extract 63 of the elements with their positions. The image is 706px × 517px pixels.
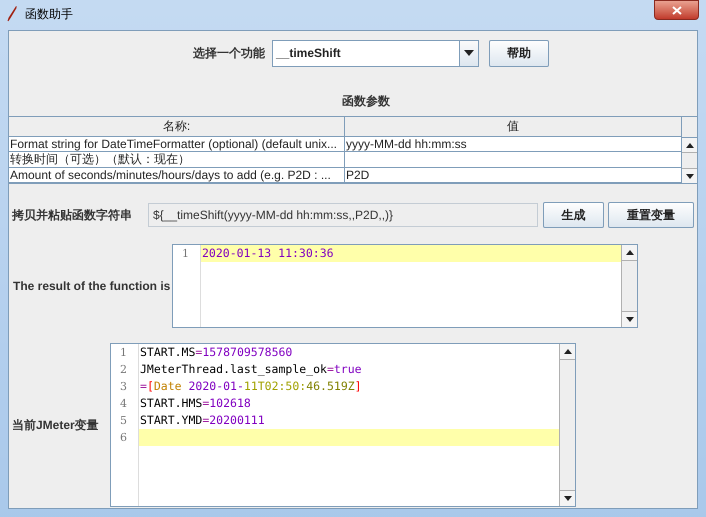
section-title: 函数参数 (341, 93, 390, 110)
line-number: 1 (182, 247, 189, 260)
window-title: 函数助手 (25, 6, 73, 23)
close-button[interactable] (654, 0, 699, 20)
code-token: START.YMD (140, 413, 202, 427)
code-token: [ (146, 379, 154, 393)
scroll-up-button[interactable] (560, 344, 575, 360)
code-token: = (326, 362, 334, 376)
line-number: 1 (120, 346, 127, 359)
code-token: START.HMS (140, 396, 202, 410)
up-arrow-icon (686, 142, 694, 148)
scroll-down-button[interactable] (560, 490, 575, 506)
table-cell: Amount of seconds/minutes/hours/days to add (e.g. P2D : ... (9, 168, 345, 182)
code-token: Date (154, 379, 183, 393)
table-cell: Format string for DateTimeFormatter (optional) (default unix... (9, 136, 345, 151)
function-string-field[interactable]: ${__timeShift(yyyy-MM-dd hh:mm:ss,,P2D,,)} (148, 203, 538, 227)
code-token: ] (354, 379, 362, 393)
code-token: 20200111 (209, 413, 265, 427)
line-number: 3 (120, 380, 127, 393)
code-token: = (202, 413, 210, 427)
scroll-down-button[interactable] (682, 168, 697, 183)
code-token: 102618 (209, 396, 251, 410)
code-token: = (202, 396, 210, 410)
generate-button[interactable]: 生成 (543, 202, 604, 228)
down-arrow-icon (564, 496, 572, 501)
dropdown-arrow-icon (464, 50, 474, 56)
code-token: = (195, 345, 202, 359)
help-button[interactable]: 帮助 (489, 40, 549, 66)
scroll-up-button[interactable] (682, 138, 697, 153)
code-token: 2020-01- (188, 379, 244, 393)
column-header[interactable]: 值 (345, 117, 681, 136)
code-token: 46.519Z (306, 379, 355, 393)
table-cell-text: P2D (345, 168, 370, 182)
variables-label: 当前JMeter变量 (12, 417, 100, 434)
line-number: 4 (120, 397, 127, 410)
copy-string-label: 拷贝并粘贴函数字符串 (12, 207, 133, 224)
code-token: 2020-01-13 11:30:36 (202, 246, 334, 260)
code-token: START.MS (140, 345, 196, 359)
variables-editor[interactable]: 1 2 3 4 5 6 START.MS=1578709578560 JMeterThread.last_sample_ok=true =[Date 2020-01-11T02:50:46.519Z] START.HMS=102618 START.YMD=20200111 (110, 343, 576, 507)
up-arrow-icon (564, 349, 572, 354)
code-token: 1578709578560 (202, 345, 292, 359)
reset-variables-button[interactable]: 重置变量 (608, 202, 694, 228)
line-number: 2 (120, 363, 127, 376)
down-arrow-icon (626, 317, 634, 322)
function-dropdown[interactable]: __timeShift (272, 40, 479, 66)
column-header[interactable]: 名称: (9, 117, 345, 136)
feather-icon (7, 6, 17, 22)
table-cell: 转换时间（可选）（默认：现在） (9, 152, 345, 166)
up-arrow-icon (626, 250, 634, 255)
table-cell-text: yyyy-MM-dd hh:mm:ss (345, 136, 468, 151)
code-token: JMeterThread.last_sample_ok (140, 362, 327, 376)
line-number: 6 (120, 431, 127, 444)
code-token: = (140, 379, 147, 393)
code-token: true (334, 362, 362, 376)
scroll-up-button[interactable] (622, 245, 637, 261)
scroll-down-button[interactable] (622, 311, 637, 327)
down-arrow-icon (686, 174, 694, 178)
function-label: 选择一个功能 (193, 45, 265, 62)
result-label: The result of the function is (13, 278, 172, 295)
close-icon (672, 6, 682, 14)
line-number: 5 (120, 414, 127, 427)
result-editor[interactable]: 1 2020-01-13 11:30:36 (172, 244, 638, 328)
code-token: 11T02:50: (244, 379, 306, 393)
